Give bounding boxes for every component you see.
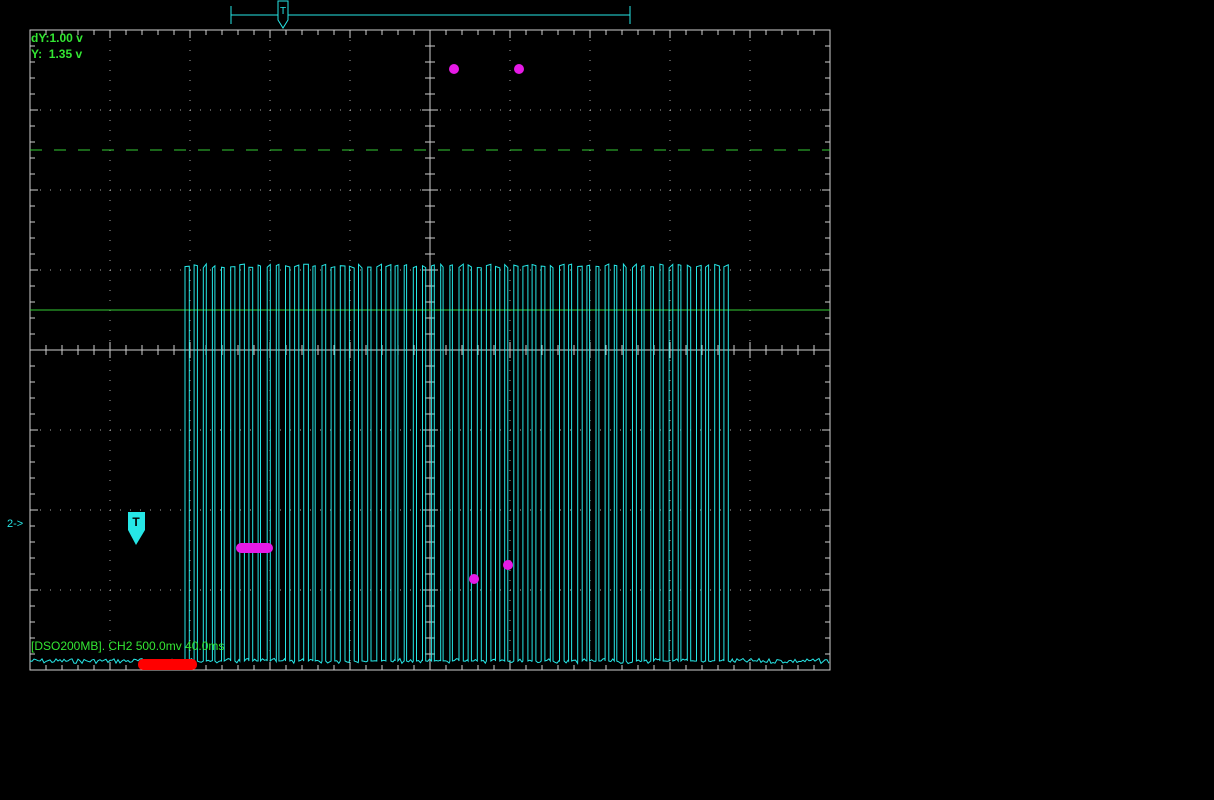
trigger-pointer-label: T bbox=[280, 6, 286, 17]
graticule bbox=[29, 29, 831, 671]
measurement-marker-dot bbox=[514, 64, 524, 74]
oscilloscope-display: TT bbox=[29, 0, 831, 671]
measurement-marker-dot bbox=[503, 560, 513, 570]
y-readout: Y: 1.35 v bbox=[31, 47, 83, 61]
trigger-level-label: T bbox=[132, 515, 140, 529]
measurement-marker-dot bbox=[469, 574, 479, 584]
channel-2-level-marker[interactable]: 2-> bbox=[7, 518, 23, 530]
status-line: [DSO200MB]. CH2 500.0mv 40.0ms bbox=[31, 639, 225, 653]
dy-readout: dY:1.00 v bbox=[31, 31, 83, 45]
measurement-marker-dot bbox=[449, 64, 459, 74]
measurement-marker-bar bbox=[236, 543, 273, 553]
status-indicator-bar bbox=[138, 659, 197, 670]
